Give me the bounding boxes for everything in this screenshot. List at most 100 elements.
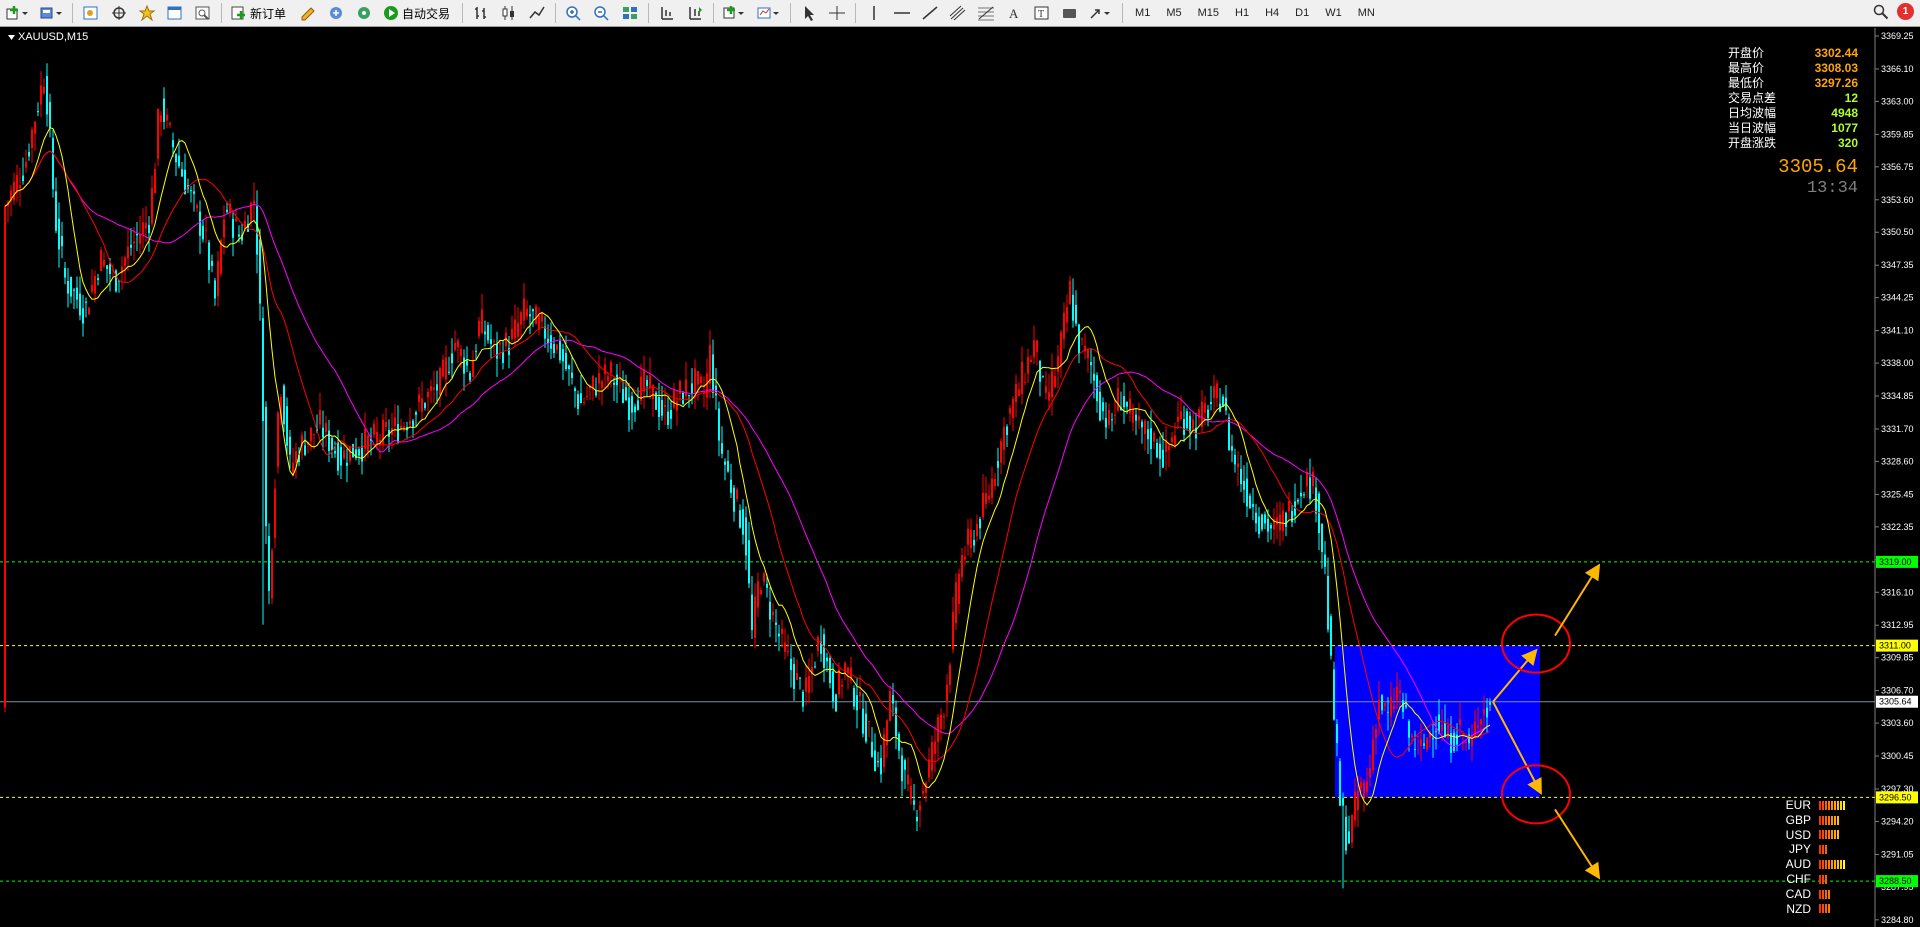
text-label-icon[interactable]: T xyxy=(1029,2,1055,24)
candle-body xyxy=(1231,446,1233,451)
price-axis-label: 3291.05 xyxy=(1881,849,1914,859)
candle-body xyxy=(1027,357,1029,374)
quote-value: 4948 xyxy=(1831,106,1858,120)
currency-strength-row: CHF xyxy=(1766,872,1866,887)
price-chart[interactable]: 3369.25 3366.10 3363.00 3359.85 3356.75 3353.… xyxy=(0,28,1920,927)
candle-body xyxy=(1102,402,1104,412)
bar-chart-icon[interactable] xyxy=(468,2,494,24)
candlestick-icon[interactable] xyxy=(496,2,522,24)
candle-body xyxy=(541,313,543,322)
candle-body xyxy=(562,349,564,362)
candle-body xyxy=(178,155,180,167)
candle-body xyxy=(214,280,216,299)
timeframe-w1[interactable]: W1 xyxy=(1318,2,1349,24)
strength-bar xyxy=(1822,904,1824,914)
indicators-icon[interactable] xyxy=(719,2,751,24)
toolbar-separator xyxy=(462,3,464,23)
candle-body xyxy=(16,175,18,193)
tile-windows-icon[interactable] xyxy=(617,2,643,24)
candle-body xyxy=(673,389,675,408)
signals-icon[interactable] xyxy=(351,2,377,24)
candle-body xyxy=(751,594,753,631)
quote-value: 1077 xyxy=(1831,121,1858,135)
candle-body xyxy=(103,259,105,267)
timeframe-h4[interactable]: H4 xyxy=(1258,2,1286,24)
candle-body xyxy=(55,191,57,231)
strategy-tester-icon[interactable] xyxy=(190,2,216,24)
shapes-icon[interactable] xyxy=(1057,2,1083,24)
quote-value: 3308.03 xyxy=(1814,61,1858,75)
autoscroll-icon[interactable] xyxy=(682,2,708,24)
text-icon[interactable]: A xyxy=(1001,2,1027,24)
quote-row: 开盘涨跌 320 xyxy=(1728,136,1858,151)
strength-bar xyxy=(1828,889,1830,899)
candle-body xyxy=(853,688,855,707)
strength-bar xyxy=(1828,830,1830,840)
timeframe-h1[interactable]: H1 xyxy=(1228,2,1256,24)
terminal-icon[interactable] xyxy=(162,2,188,24)
timeframe-m15[interactable]: M15 xyxy=(1191,2,1226,24)
zoom-in-icon[interactable] xyxy=(561,2,587,24)
candle-body xyxy=(337,441,339,471)
candle-body xyxy=(400,425,402,428)
candle-body xyxy=(1006,426,1008,436)
arrows-icon[interactable] xyxy=(1085,2,1117,24)
candle-body xyxy=(565,352,567,370)
candle-body xyxy=(271,550,273,599)
candle-body xyxy=(145,222,147,229)
candle-body xyxy=(1216,383,1218,399)
candle-body xyxy=(670,409,672,419)
auto-trading-button[interactable]: 自动交易 xyxy=(379,2,457,24)
candle-body xyxy=(964,556,966,560)
community-icon[interactable] xyxy=(323,2,349,24)
line-chart-icon[interactable] xyxy=(524,2,550,24)
symbol-label-text: XAUUSD,M15 xyxy=(18,31,89,43)
candle-body xyxy=(181,169,183,177)
candle-body xyxy=(610,362,612,374)
candle-body xyxy=(1213,386,1215,398)
candle-body xyxy=(1132,408,1134,423)
candle-body xyxy=(13,181,15,201)
periods-icon[interactable] xyxy=(753,2,785,24)
candle-body xyxy=(1366,781,1368,792)
strength-bar xyxy=(1819,830,1821,840)
zoom-out-icon[interactable] xyxy=(589,2,615,24)
currency-strength-bars xyxy=(1819,830,1839,840)
notification-badge[interactable]: 1 xyxy=(1897,3,1914,20)
timeframe-mn[interactable]: MN xyxy=(1351,2,1382,24)
candle-body xyxy=(943,716,945,718)
search-icon[interactable] xyxy=(1873,4,1889,20)
vertical-line-icon[interactable] xyxy=(861,2,887,24)
trendline-icon[interactable] xyxy=(917,2,943,24)
data-window-icon[interactable] xyxy=(106,2,132,24)
new-order-button[interactable]: 新订单 xyxy=(227,2,293,24)
profiles-button[interactable] xyxy=(35,2,67,24)
timeframe-d1[interactable]: D1 xyxy=(1288,2,1316,24)
meta-editor-icon[interactable] xyxy=(295,2,321,24)
navigator-icon[interactable] xyxy=(134,2,160,24)
quote-label: 最低价 xyxy=(1728,76,1765,90)
candle-body xyxy=(796,673,798,681)
horizontal-line-icon[interactable] xyxy=(889,2,915,24)
cursor-icon[interactable] xyxy=(796,2,822,24)
candle-body xyxy=(1156,442,1158,458)
candle-body xyxy=(1039,360,1041,382)
candle-body xyxy=(667,411,669,425)
candle-body xyxy=(844,662,846,674)
candle-body xyxy=(37,111,39,113)
candle-body xyxy=(1420,739,1422,746)
fibonacci-icon[interactable] xyxy=(973,2,999,24)
market-watch-icon[interactable] xyxy=(78,2,104,24)
moving-average-slow xyxy=(4,150,1491,748)
candle-body xyxy=(634,406,636,413)
timeframe-m5[interactable]: M5 xyxy=(1159,2,1188,24)
equidistant-channel-icon[interactable] xyxy=(945,2,971,24)
candle-body xyxy=(1036,340,1038,352)
candle-body xyxy=(1180,411,1182,420)
candle-body xyxy=(52,137,54,190)
timeframe-m1[interactable]: M1 xyxy=(1128,2,1157,24)
chart-shift-icon[interactable] xyxy=(654,2,680,24)
quote-value: 3302.44 xyxy=(1814,46,1858,60)
crosshair-icon[interactable] xyxy=(824,2,850,24)
new-chart-button[interactable] xyxy=(1,2,33,24)
